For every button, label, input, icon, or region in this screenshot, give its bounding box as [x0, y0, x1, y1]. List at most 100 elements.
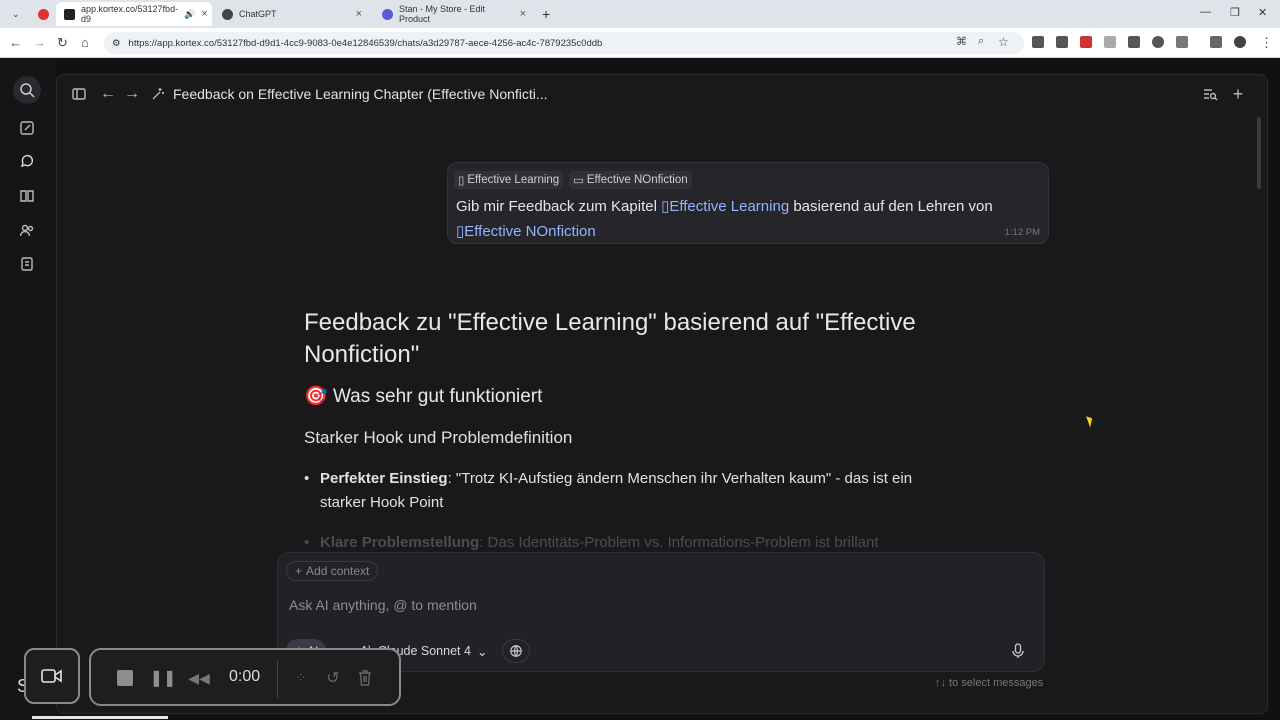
home-icon[interactable]: ⌂: [81, 35, 89, 50]
list-item: Perfekter Einstieg: "Trotz KI-Aufstieg ä…: [304, 467, 944, 515]
stop-icon: [117, 670, 133, 686]
minimize-icon[interactable]: —: [1200, 6, 1211, 18]
extension-icon[interactable]: [1152, 36, 1164, 48]
tab-chatgpt[interactable]: ChatGPT ×: [214, 2, 370, 26]
library-book-icon[interactable]: [13, 182, 41, 210]
url-text: https://app.kortex.co/53127fbd-d9d1-4cc9…: [128, 37, 603, 49]
sparkle-chat-icon: [149, 85, 167, 103]
context-chip[interactable]: ▯ Effective Learning: [454, 171, 564, 189]
close-tab-icon[interactable]: ×: [201, 8, 207, 20]
document-icon: ▯: [458, 175, 465, 187]
people-icon[interactable]: [13, 216, 41, 244]
message-timestamp: 1:12 PM: [1004, 227, 1040, 238]
restart-button[interactable]: ↺: [323, 668, 343, 688]
web-search-button[interactable]: [502, 639, 530, 663]
microphone-icon: [1012, 643, 1024, 658]
taskbar-indicator: [32, 716, 168, 719]
stop-button[interactable]: [115, 668, 135, 688]
extension-icon[interactable]: [1104, 36, 1116, 48]
answer-subheading: 🎯 Was sehr gut funktioniert: [304, 386, 543, 407]
close-tab-icon[interactable]: ×: [520, 8, 526, 20]
microphone-button[interactable]: [1006, 639, 1030, 663]
browser-toolbar: ← → ↻ ⌂ ⚙ https://app.kortex.co/53127fbd…: [0, 28, 1280, 58]
trash-icon: [359, 670, 371, 686]
user-message: ▯ Effective Learning ▭ Effective NOnfictio…: [447, 162, 1049, 244]
restart-icon: ↺: [326, 670, 340, 687]
video-camera-icon: [41, 669, 62, 683]
reference-link[interactable]: ▯Effective NOnfiction: [456, 223, 596, 240]
forward-arrow-icon[interactable]: →: [123, 85, 141, 103]
scrollbar[interactable]: [1257, 117, 1261, 189]
grid-dots-icon: ⁘: [295, 670, 307, 685]
new-note-icon[interactable]: [13, 114, 41, 142]
recording-timer: 0:00: [229, 668, 261, 685]
grid-button[interactable]: ⁘: [291, 668, 311, 688]
answer-section-title: Starker Hook und Problemdefinition: [304, 428, 573, 447]
pause-button[interactable]: ❚❚: [150, 668, 177, 688]
zoom-icon[interactable]: ⌕: [978, 35, 984, 48]
target-emoji-icon: 🎯: [304, 386, 328, 407]
close-tab-icon[interactable]: ×: [356, 8, 362, 20]
restore-icon[interactable]: ❐: [1230, 6, 1240, 19]
stan-favicon-icon: [382, 8, 393, 20]
kortex-favicon-icon: [64, 8, 75, 20]
search-chat-icon[interactable]: [1201, 85, 1219, 103]
close-window-icon[interactable]: ✕: [1258, 6, 1267, 19]
back-arrow-icon[interactable]: ←: [99, 85, 117, 103]
tab-list-button[interactable]: ⌄: [4, 2, 26, 26]
globe-icon: [510, 645, 522, 657]
bookmark-star-icon[interactable]: ☆: [998, 35, 1009, 49]
reference-link[interactable]: ▯Effective Learning: [661, 198, 789, 215]
extension-icon[interactable]: [1080, 36, 1092, 48]
tab-stan[interactable]: Stan - My Store - Edit Product ×: [374, 2, 534, 26]
record-tab[interactable]: [30, 2, 54, 26]
profile-avatar[interactable]: [1234, 36, 1246, 48]
address-bar[interactable]: ⚙ https://app.kortex.co/53127fbd-d9d1-4c…: [104, 32, 1024, 54]
forward-icon[interactable]: →: [33, 35, 46, 50]
chat-panel: ← → Feedback on Effective Learning Chapt…: [56, 74, 1268, 714]
camera-toggle-button[interactable]: [24, 648, 80, 704]
delete-button[interactable]: [355, 668, 375, 688]
tab-title: app.kortex.co/53127fbd-d9: [81, 4, 179, 24]
tab-title: Stan - My Store - Edit Product: [399, 4, 486, 24]
toggle-sidebar-icon[interactable]: [70, 85, 88, 103]
extension-icon[interactable]: [1032, 36, 1044, 48]
pause-icon: ❚❚: [149, 670, 177, 687]
rewind-icon: ◀◀: [188, 669, 210, 686]
back-icon[interactable]: ←: [9, 35, 22, 50]
chatgpt-favicon-icon: [222, 8, 233, 20]
audio-icon: 🔊: [184, 8, 196, 19]
app-sidebar: [0, 58, 56, 720]
message-text: Gib mir Feedback zum Kapitel ▯Effective …: [456, 198, 993, 240]
search-icon[interactable]: [13, 76, 41, 104]
answer-heading: Feedback zu "Effective Learning" basiere…: [304, 309, 916, 368]
keyboard-hint: ↑↓ to select messages: [935, 677, 1044, 689]
reload-icon[interactable]: ↻: [57, 35, 68, 51]
rewind-button[interactable]: ◀◀: [188, 668, 210, 688]
extension-icon[interactable]: [1128, 36, 1140, 48]
answer-list: Perfekter Einstieg: "Trotz KI-Aufstieg ä…: [304, 467, 944, 555]
extension-icon[interactable]: [1056, 36, 1068, 48]
chat-icon[interactable]: [13, 148, 41, 176]
new-tab-button[interactable]: +: [534, 2, 554, 26]
translate-icon[interactable]: ⌘: [956, 35, 967, 48]
browser-menu-icon[interactable]: ⋮: [1260, 35, 1273, 51]
new-chat-plus-icon[interactable]: +: [1229, 84, 1247, 104]
document-icon[interactable]: [13, 250, 41, 278]
chat-header: ← → Feedback on Effective Learning Chapt…: [57, 75, 1267, 115]
chevron-down-icon: ⌄: [476, 644, 488, 659]
divider: [277, 660, 278, 698]
add-context-button[interactable]: + Add context: [286, 561, 379, 581]
tab-title: ChatGPT: [239, 9, 277, 19]
record-icon: [38, 8, 49, 20]
chat-title: Feedback on Effective Learning Chapter (…: [173, 86, 548, 102]
book-icon: ▭: [573, 175, 584, 187]
prompt-input[interactable]: [289, 597, 989, 613]
reading-list-icon[interactable]: [1210, 36, 1222, 48]
tab-kortex[interactable]: app.kortex.co/53127fbd-d9 🔊 ×: [56, 2, 212, 26]
browser-tab-bar: ⌄ app.kortex.co/53127fbd-d9 🔊 × ChatGPT …: [0, 0, 1280, 28]
assistant-message: Feedback zu "Effective Learning" basiere…: [304, 307, 944, 555]
context-chip[interactable]: ▭ Effective NOnfiction: [569, 171, 692, 189]
site-info-icon[interactable]: ⚙: [112, 38, 121, 49]
extensions-puzzle-icon[interactable]: [1176, 36, 1188, 48]
